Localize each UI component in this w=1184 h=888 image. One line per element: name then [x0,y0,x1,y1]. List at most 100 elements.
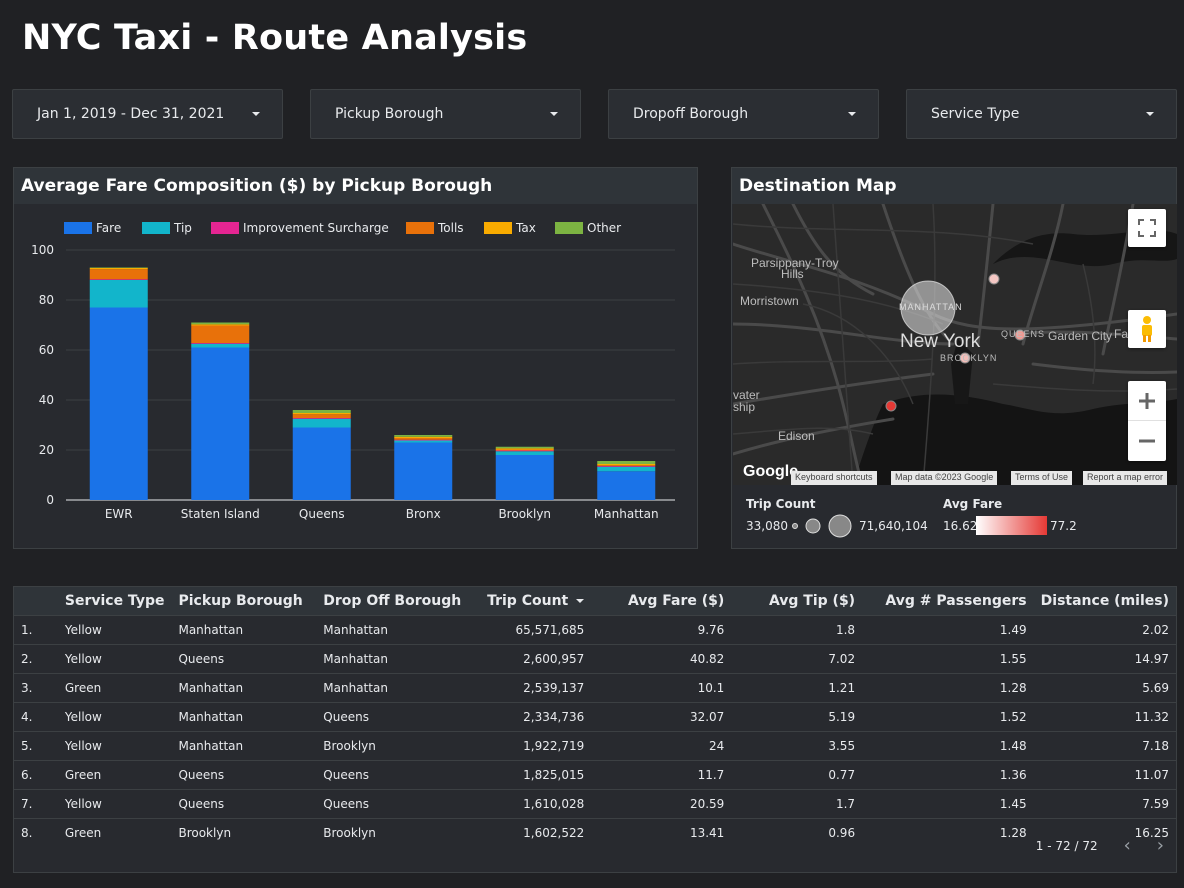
service-type-filter[interactable]: Service Type [906,89,1177,139]
x-tick-label: Queens [299,507,345,521]
avg-passengers-cell: 1.55 [862,643,1034,673]
date-range-filter[interactable]: Jan 1, 2019 - Dec 31, 2021 [12,89,283,139]
table-row[interactable]: 5. Yellow Manhattan Brooklyn 1,922,719 24 3.55… [14,730,1176,760]
zoom-out-button[interactable] [1128,421,1166,461]
avg-fare-cell: 40.82 [591,643,732,673]
avg-tip-header[interactable]: Avg Tip ($) [731,587,862,615]
legend-label: Tolls [437,221,464,235]
terms-of-use-link[interactable]: Terms of Use [1011,471,1073,485]
distance-cell: 2.02 [1033,614,1176,644]
street-view-button[interactable] [1128,310,1166,348]
previous-page-icon[interactable]: ‹ [1124,835,1131,856]
row-index: 2. [14,643,58,673]
trip-count-header[interactable]: Trip Count [468,587,591,615]
dropoff-borough-filter[interactable]: Dropoff Borough [608,89,879,139]
avg-passengers-cell: 1.49 [862,614,1034,644]
table-row[interactable]: 1. Yellow Manhattan Manhattan 65,571,685 9.76… [14,614,1176,644]
y-tick-label: 40 [39,393,54,407]
y-tick-label: 100 [31,243,54,257]
trip-count-legend-title: Trip Count [746,497,816,511]
sort-descending-icon [576,598,585,603]
map-label-new-york: New York [900,331,981,352]
pagination-label: 1 - 72 / 72 [1035,838,1098,853]
date-range-label: Jan 1, 2019 - Dec 31, 2021 [37,106,225,122]
pickup-borough-header[interactable]: Pickup Borough [171,587,316,615]
trip-count-cell: 1,825,015 [468,759,592,789]
table-row[interactable]: 2. Yellow Queens Manhattan 2,600,957 40.82 7.0… [14,643,1176,673]
trip-count-max: 71,640,104 [859,519,928,533]
avg-fare-cell: 11.7 [591,759,732,789]
x-tick-label: Manhattan [594,507,659,521]
avg-fare-header[interactable]: Avg Fare ($) [591,587,731,615]
bar-segment-tax [191,324,250,326]
service-type-cell: Green [57,759,172,789]
dropoff-borough-cell: Manhattan [316,672,469,702]
bar-segment-fare [191,347,250,500]
trip-count-cell: 65,571,685 [468,614,592,644]
table-row[interactable]: 4. Yellow Manhattan Queens 2,334,736 32.07 5.1… [14,701,1176,731]
map-data-attribution: Map data ©2023 Google [891,471,998,485]
y-tick-label: 20 [39,443,54,457]
distance-header[interactable]: Distance (miles) [1034,587,1176,615]
y-tick-label: 0 [46,493,54,507]
service-type-header[interactable]: Service Type [58,587,172,615]
dropoff-borough-header[interactable]: Drop Off Borough [316,587,468,615]
fullscreen-button[interactable] [1128,209,1166,247]
row-index: 8. [14,817,58,847]
google-logo: Google [743,463,799,480]
bar-segment-improvement-surcharge [89,279,148,280]
keyboard-shortcuts-link[interactable]: Keyboard shortcuts [791,471,877,485]
map-label-brooklyn: BROOKLYN [940,353,998,363]
dropoff-borough-cell: Queens [316,759,469,789]
table-header-row: Service Type Pickup Borough Drop Off Bor… [14,587,1176,615]
bar-segment-tolls [495,449,554,451]
avg-passengers-cell: 1.28 [862,817,1034,847]
service-type-cell: Green [57,672,172,702]
bar-segment-tax [292,413,351,415]
next-page-icon[interactable]: › [1157,835,1164,856]
service-type-cell: Yellow [57,614,172,644]
table-row[interactable]: 6. Green Queens Queens 1,825,015 11.7 0.77 1.36… [14,759,1176,789]
bar-segment-tolls [597,465,656,466]
bar-segment-tolls [89,269,148,280]
table-row[interactable]: 7. Yellow Queens Queens 1,610,028 20.59 1.7 1.4… [14,788,1176,818]
bar-segment-fare [292,427,351,500]
table-row[interactable]: 8. Green Brooklyn Brooklyn 1,602,522 13.41 0.9… [14,817,1176,847]
trip-count-min: 33,080 [746,519,788,533]
bar-segment-other [597,461,656,464]
zoom-in-button[interactable] [1128,381,1166,421]
x-tick-label: Brooklyn [498,507,551,521]
pegman-icon [1142,316,1152,342]
service-type-cell: Green [57,817,172,847]
legend-label: Fare [96,221,121,235]
legend-swatch [555,222,583,234]
x-tick-label: EWR [105,507,133,521]
bar-segment-tax [597,464,656,466]
zoom-controls [1128,381,1166,461]
pickup-borough-filter[interactable]: Pickup Borough [310,89,581,139]
x-tick-label: Staten Island [181,507,260,521]
pickup-borough-cell: Manhattan [171,730,317,760]
legend-swatch [142,222,170,234]
report-map-error-link[interactable]: Report a map error [1083,471,1168,485]
avg-fare-cell: 13.41 [591,817,732,847]
pickup-borough-label: Pickup Borough [335,106,444,122]
dropoff-borough-cell: Brooklyn [316,730,469,760]
bar-segment-tolls [394,438,453,440]
avg-fare-color-scale [976,516,1047,535]
dropoff-borough-cell: Queens [316,788,469,818]
bar-segment-other [89,267,148,268]
bar-segment-improvement-surcharge [191,343,250,344]
bar-segment-tip [292,418,351,428]
minus-icon [1139,439,1155,443]
avg-fare-cell: 20.59 [591,788,732,818]
destination-map[interactable]: Parsippany-Troy Hills Morristown MANHATT… [733,204,1177,485]
trip-count-cell: 2,539,137 [468,672,592,702]
table-row[interactable]: 3. Green Manhattan Manhattan 2,539,137 10.1 1.… [14,672,1176,702]
avg-fare-max: 77.2 [1050,519,1077,533]
avg-passengers-header[interactable]: Avg # Passengers [862,587,1034,615]
legend-swatch [211,222,239,234]
avg-tip-cell: 3.55 [731,730,863,760]
bar-segment-tip [89,280,148,308]
page-title: NYC Taxi - Route Analysis [22,18,528,58]
